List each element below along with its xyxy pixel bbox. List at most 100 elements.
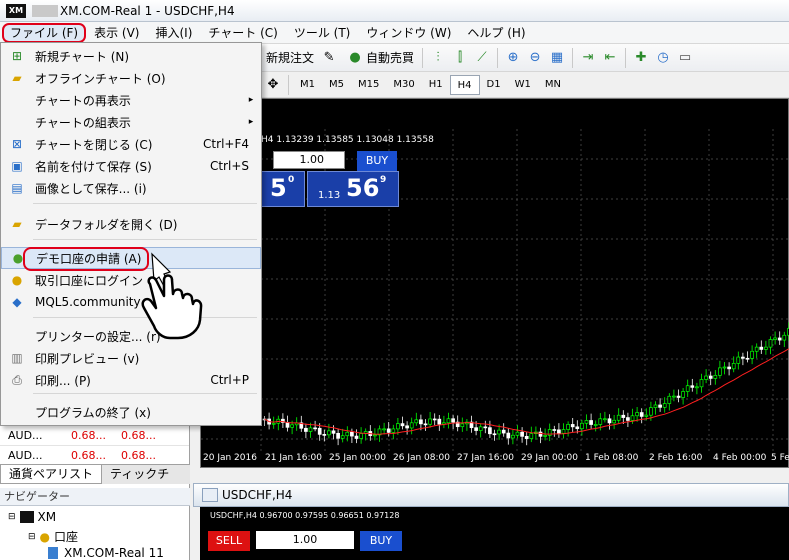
title-bar: XM XM.COM-Real 1 - USDCHF,H4 [0, 0, 789, 22]
candle-body [699, 379, 704, 388]
candle-body [409, 422, 414, 429]
timeframe-h1[interactable]: H1 [422, 75, 450, 95]
candle-body [520, 431, 524, 437]
candle-body [405, 425, 409, 429]
file-menu-item-shortcut: Ctrl+S [209, 159, 249, 173]
zoom-out-icon[interactable]: ⊖ [526, 49, 544, 67]
sell-price-button[interactable]: 5 0 [261, 171, 305, 207]
menu-file[interactable]: ファイル (F) [2, 22, 87, 43]
chart-window-2-header[interactable]: USDCHF,H4 [193, 483, 789, 507]
time-axis-label: 21 Jan 16:00 [265, 453, 322, 463]
timeframe-d1[interactable]: D1 [480, 75, 508, 95]
candle-body [708, 375, 713, 379]
file-menu-item-label: オフラインチャート (O) [35, 71, 166, 86]
candlestick-icon[interactable]: ⫿ [451, 49, 469, 67]
file-menu-item[interactable]: プログラムの終了 (x) [1, 401, 261, 423]
candle-body [741, 356, 745, 359]
market-watch-tabs: 通貨ペアリスト ティックチ [0, 464, 190, 484]
candle-body [575, 426, 580, 430]
candle-body [515, 431, 520, 436]
file-menu-item[interactable]: ⊠ チャートを閉じる (C) Ctrl+F4 [1, 133, 261, 155]
print-icon: ⎙ [12, 372, 22, 387]
candle-body [690, 385, 695, 388]
chart2-ohlc-readout: USDCHF,H4 0.96700 0.97595 0.96651 0.9712… [210, 511, 400, 520]
candle-body [524, 436, 529, 439]
menu-window[interactable]: ウィンドウ (W) [358, 23, 459, 43]
chart2-sell-button[interactable]: SELL [208, 531, 250, 551]
time-axis-label: 2 Feb 16:00 [649, 453, 703, 463]
menu-tools[interactable]: ツール (T) [286, 23, 359, 43]
moving-average-line [264, 348, 789, 435]
chart-window-2[interactable]: USDCHF,H4 0.96700 0.97595 0.96651 0.9712… [200, 507, 789, 560]
timeframe-w1[interactable]: W1 [508, 75, 538, 95]
quote-row[interactable]: AUD... 0.68... 0.68... [0, 446, 189, 466]
sell-price-big: 5 [270, 174, 287, 202]
file-menu-item-label: 印刷... (P) [35, 373, 91, 388]
file-menu-item[interactable]: ▰ データフォルダを開く (D) [1, 213, 261, 235]
templates-icon[interactable]: ▭ [676, 49, 694, 67]
chart-window-main[interactable]: H4 1.13239 1.13585 1.13048 1.13558 1.00 … [200, 98, 789, 468]
candle-body [497, 429, 501, 435]
ohlc-readout: H4 1.13239 1.13585 1.13048 1.13558 [261, 135, 434, 145]
candle-body [603, 418, 607, 421]
candle-body [501, 429, 506, 434]
candle-body [727, 366, 731, 370]
file-menu-item[interactable]: ▤ 画像として保存... (i) [1, 177, 261, 199]
menu-view[interactable]: 表示 (V) [86, 23, 147, 43]
navigator-item-xm[interactable]: ⊟ XM [8, 510, 56, 524]
account-icon [48, 547, 58, 559]
toolbar-separator [497, 47, 499, 68]
candle-body [313, 427, 317, 430]
bar-chart-icon[interactable]: ⫶ [429, 49, 447, 67]
file-menu-item[interactable]: ▰ オフラインチャート (O) [1, 67, 261, 89]
buy-button[interactable]: BUY [357, 151, 397, 171]
close-chart-icon: ⊠ [11, 137, 23, 151]
chart-window-icon [202, 488, 218, 502]
file-menu-item[interactable]: ⊞ 新規チャート (N) [1, 45, 261, 67]
file-menu-item-label: 名前を付けて保存 (S) [35, 159, 152, 174]
drawing-tools-icon[interactable]: ✥ [264, 76, 282, 94]
candle-body [713, 374, 718, 379]
lots-input[interactable]: 1.00 [273, 151, 345, 169]
timeframe-m15[interactable]: M15 [351, 75, 386, 95]
chart2-buy-button[interactable]: BUY [360, 531, 402, 551]
tree-collapse-icon[interactable]: ⊟ [28, 532, 36, 542]
buy-price-big: 56 [346, 174, 380, 202]
file-menu-item[interactable]: ⎙ 印刷... (P) Ctrl+P [1, 369, 261, 391]
tree-collapse-icon[interactable]: ⊟ [8, 512, 16, 522]
menu-chart[interactable]: チャート (C) [200, 23, 285, 43]
toolbar-separator [422, 47, 424, 68]
file-menu-item-label: 新規チャート (N) [35, 49, 130, 64]
timeframe-m30[interactable]: M30 [386, 75, 421, 95]
pencil-icon[interactable]: ✎ [320, 49, 338, 67]
indicators-icon[interactable]: ✚ [632, 49, 650, 67]
navigator-item-account-real[interactable]: XM.COM-Real 11 [48, 546, 164, 560]
chart2-lots-input[interactable]: 1.00 [256, 531, 354, 549]
chart-shift-icon[interactable]: ⇤ [601, 49, 619, 67]
menu-icon-placeholder [7, 113, 27, 131]
timeframe-m5[interactable]: M5 [322, 75, 351, 95]
timeframe-h4[interactable]: H4 [449, 74, 480, 95]
file-menu-item[interactable]: チャートの再表示 ▸ [1, 89, 261, 111]
line-chart-icon[interactable]: ⟋ [473, 49, 491, 67]
autoscroll-icon[interactable]: ⇥ [579, 49, 597, 67]
new-order-button[interactable]: 新規注文 [262, 47, 318, 69]
file-menu-item[interactable]: ▣ 名前を付けて保存 (S) Ctrl+S [1, 155, 261, 177]
zoom-in-icon[interactable]: ⊕ [504, 49, 522, 67]
candle-body [598, 418, 603, 425]
menu-insert[interactable]: 挿入(I) [147, 23, 200, 43]
file-menu-item[interactable]: チャートの組表示 ▸ [1, 111, 261, 133]
tab-symbols[interactable]: 通貨ペアリスト [0, 465, 103, 484]
timeframe-mn[interactable]: MN [538, 75, 568, 95]
file-menu-item[interactable]: ▥ 印刷プレビュー (v) [1, 347, 261, 369]
tile-windows-icon[interactable]: ▦ [548, 49, 566, 67]
menu-help[interactable]: ヘルプ (H) [459, 23, 533, 43]
navigator-item-accounts[interactable]: ⊟ ● 口座 [28, 528, 78, 545]
auto-trade-button[interactable]: ● 自動売買 [340, 47, 418, 69]
buy-price-button[interactable]: 1.13 56 9 [307, 171, 399, 207]
periods-icon[interactable]: ◷ [654, 49, 672, 67]
timeframe-m1[interactable]: M1 [293, 75, 322, 95]
tab-tick-chart[interactable]: ティックチ [102, 465, 177, 484]
candle-body [474, 427, 478, 431]
quote-row[interactable]: AUD... 0.68... 0.68... [0, 426, 189, 446]
